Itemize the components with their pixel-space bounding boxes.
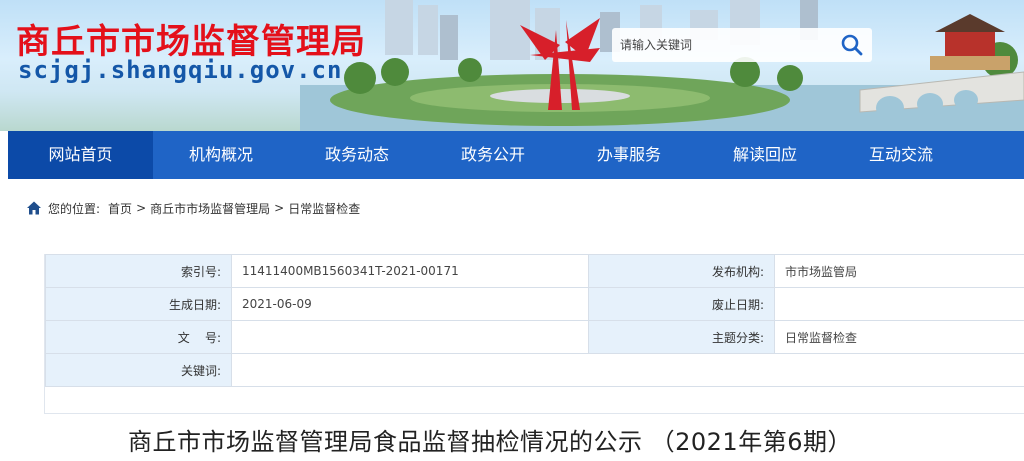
home-icon [27, 201, 41, 215]
keywords-value [231, 353, 1024, 387]
abolish-date-label: 废止日期: [588, 287, 775, 321]
article-title: 商丘市市场监督管理局食品监督抽检情况的公示 （2021年第6期） [128, 428, 852, 456]
breadcrumb-home-link[interactable]: 首页 [108, 200, 132, 217]
created-date-value: 2021-06-09 [231, 287, 589, 321]
topic-value: 日常监督检查 [774, 320, 1024, 354]
nav-item-news[interactable]: 政务动态 [289, 131, 425, 179]
table-row: 关键词: [45, 353, 1024, 387]
keywords-label: 关键词: [45, 353, 232, 387]
publisher-value: 市市场监管局 [774, 254, 1024, 288]
document-info-table: 索引号: 11411400MB1560341T-2021-00171 发布机构:… [45, 254, 1024, 387]
topic-label: 主题分类: [588, 320, 775, 354]
breadcrumb-category-link[interactable]: 日常监督检查 [288, 200, 360, 217]
document-number-label: 文 号: [45, 320, 232, 354]
breadcrumb-separator: > [136, 201, 147, 215]
table-row: 生成日期: 2021-06-09 废止日期: [45, 287, 1024, 321]
table-row: 文 号: 主题分类: 日常监督检查 [45, 320, 1024, 354]
index-label: 索引号: [45, 254, 232, 288]
publisher-label: 发布机构: [588, 254, 775, 288]
nav-item-interpretation[interactable]: 解读回应 [697, 131, 833, 179]
index-value: 11411400MB1560341T-2021-00171 [231, 254, 589, 288]
nav-item-organization[interactable]: 机构概况 [153, 131, 289, 179]
search-icon [841, 34, 863, 56]
table-row: 索引号: 11411400MB1560341T-2021-00171 发布机构:… [45, 254, 1024, 288]
nav-item-home[interactable]: 网站首页 [8, 131, 153, 179]
nav-item-interaction[interactable]: 互动交流 [833, 131, 969, 179]
breadcrumb: 您的位置: 首页 > 商丘市市场监督管理局 > 日常监督检查 [26, 200, 360, 216]
search-button[interactable] [832, 28, 872, 62]
breadcrumb-separator: > [274, 201, 285, 215]
created-date-label: 生成日期: [45, 287, 232, 321]
breadcrumb-prefix: 您的位置: [48, 201, 101, 216]
breadcrumb-bureau-link[interactable]: 商丘市市场监督管理局 [150, 200, 270, 217]
search-box [612, 28, 872, 62]
header-banner: 商丘市市场监督管理局 scjgj.shangqiu.gov.cn [0, 0, 1024, 131]
abolish-date-value [774, 287, 1024, 321]
nav-item-services[interactable]: 办事服务 [561, 131, 697, 179]
main-nav: 网站首页 机构概况 政务动态 政务公开 办事服务 解读回应 互动交流 [8, 131, 1024, 179]
search-input[interactable] [612, 28, 832, 62]
site-domain: scjgj.shangqiu.gov.cn [18, 56, 343, 84]
document-number-value [231, 320, 589, 354]
nav-item-public-info[interactable]: 政务公开 [425, 131, 561, 179]
document-info-panel: 索引号: 11411400MB1560341T-2021-00171 发布机构:… [44, 254, 1024, 414]
